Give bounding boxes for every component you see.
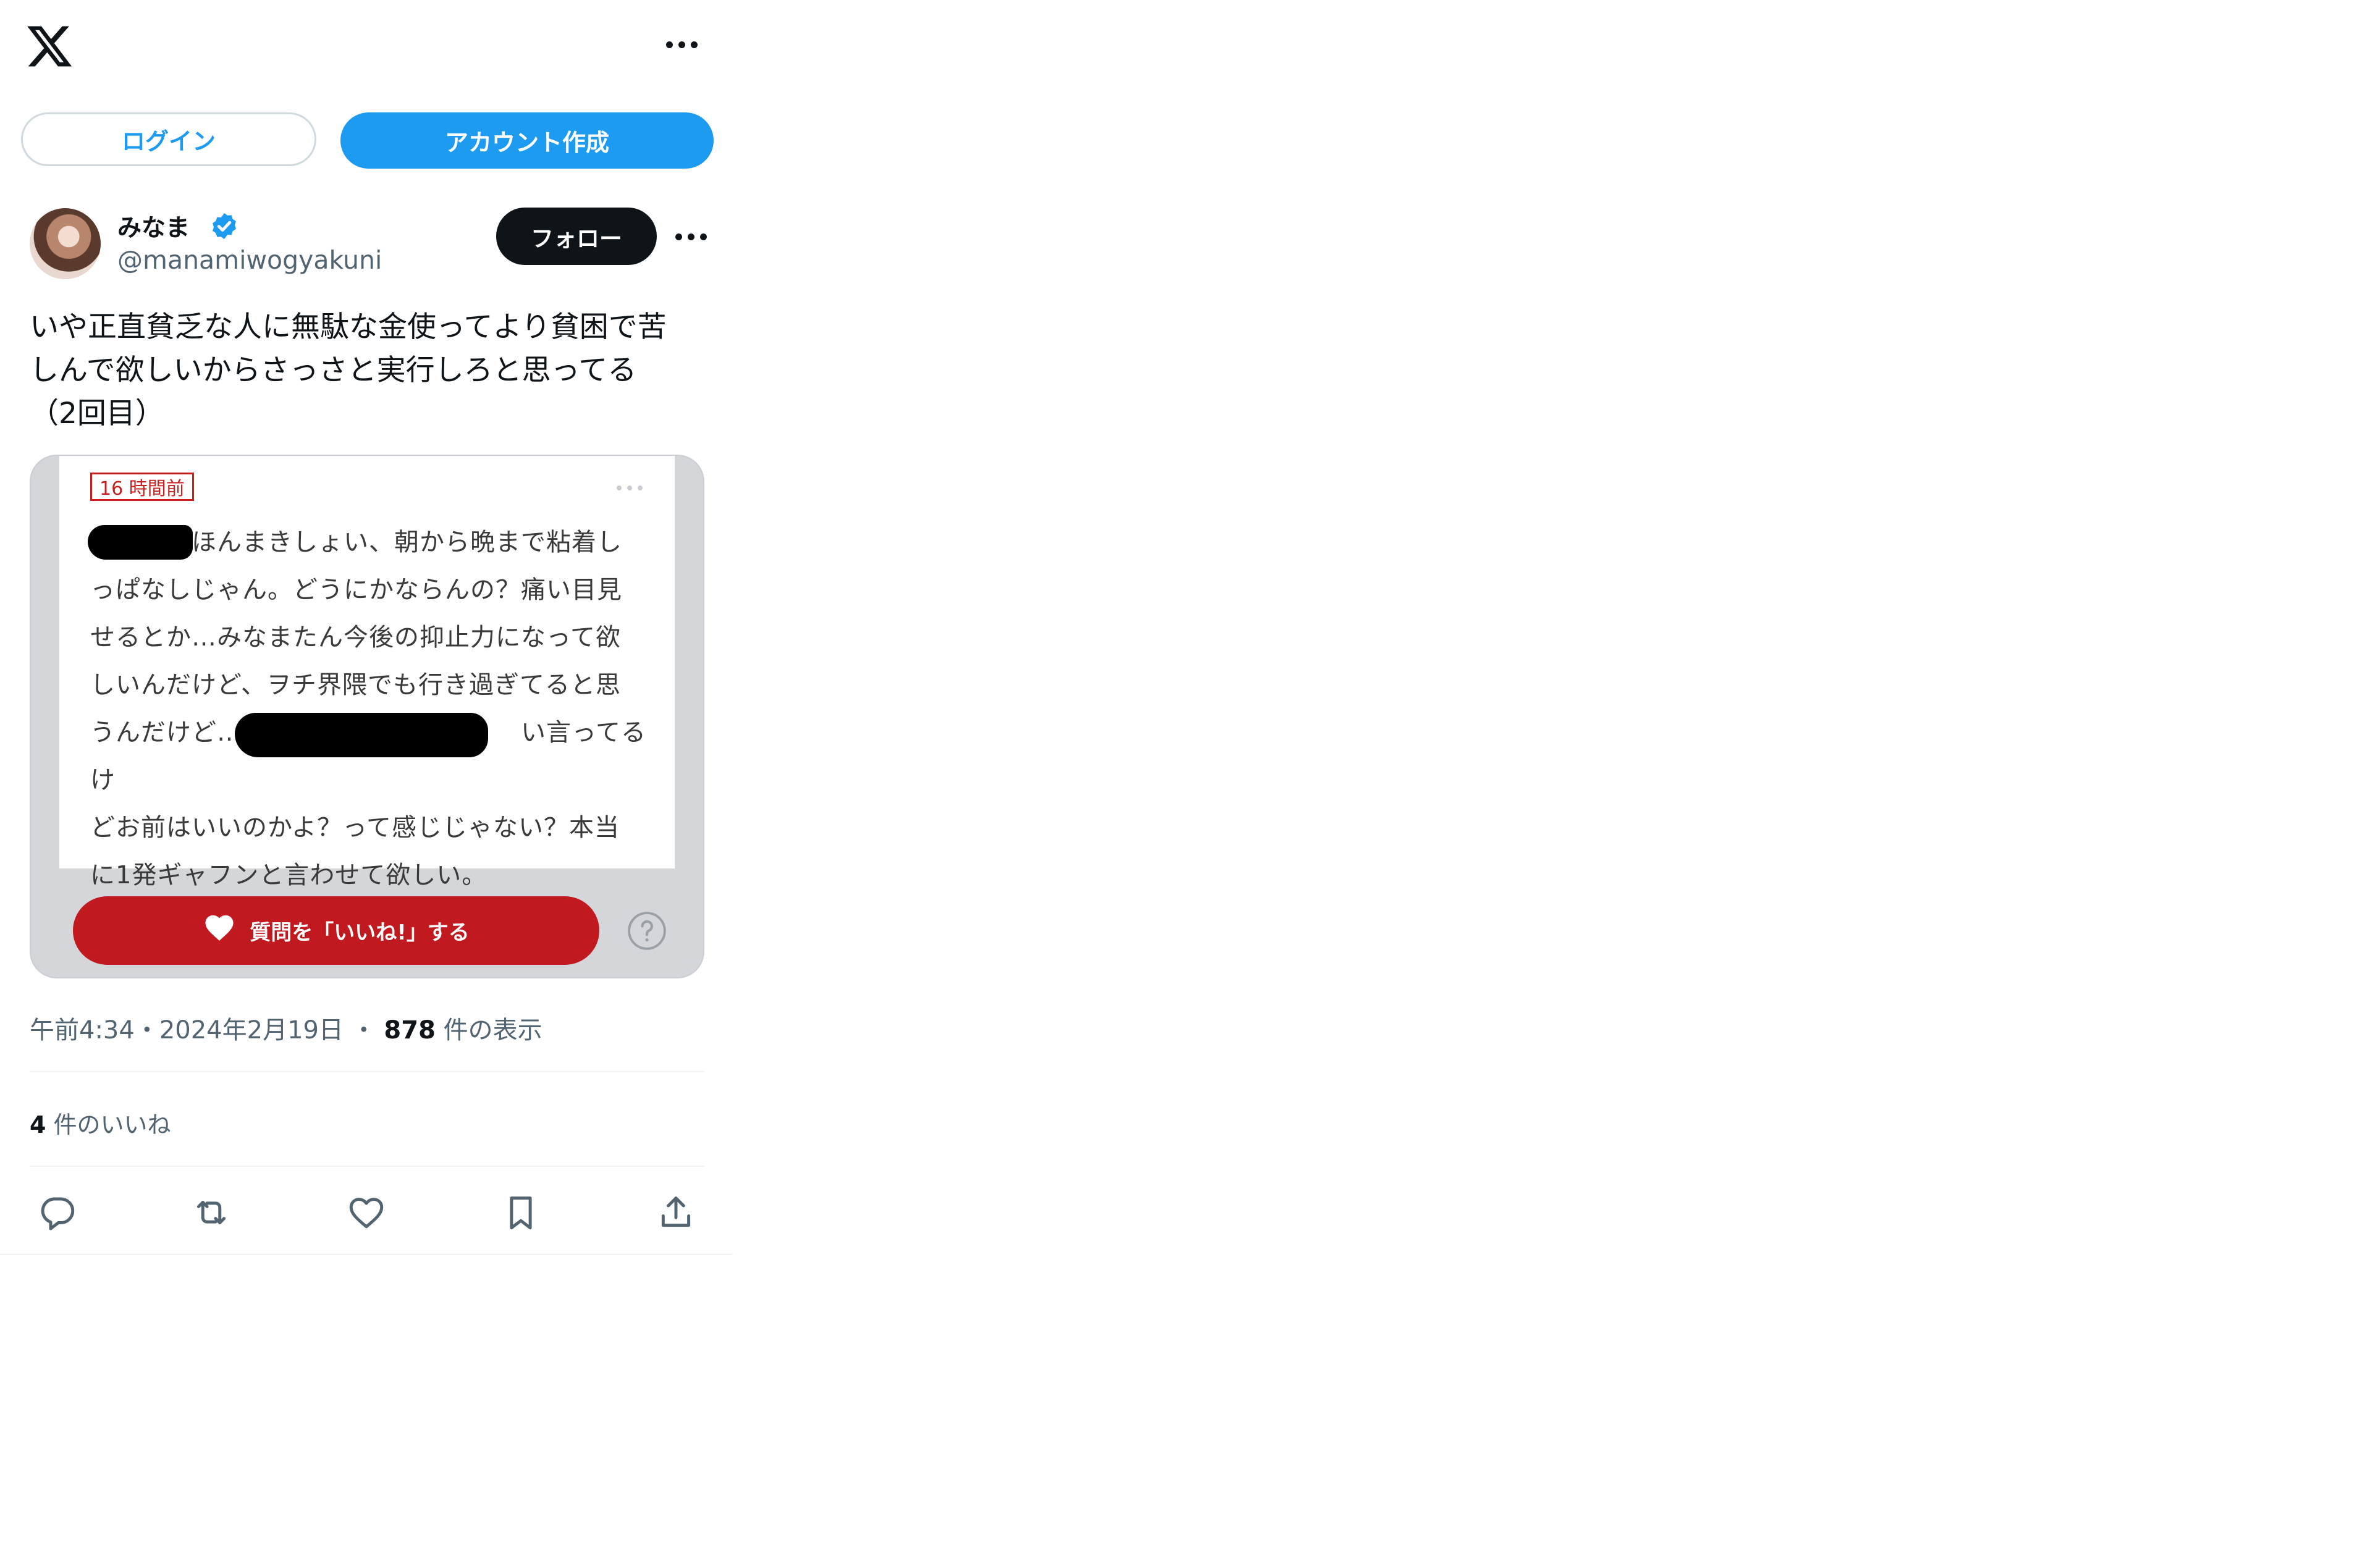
tweet-text-line: いや正直貧乏な人に無駄な金使ってより貧困で苦 [30,310,667,344]
question-text-line: に1発ギャフンと言わせて欲しい。 [90,861,487,889]
redaction-mark [235,713,488,757]
author-handle[interactable]: @manamiwogyakuni [117,245,382,275]
views-count: 878 [384,1016,436,1045]
tweet-text-line: （2回目） [30,397,164,431]
divider [30,1166,704,1167]
redaction-mark [88,525,193,560]
divider [30,1071,704,1072]
question-text-line: っぱなしじゃん。どうにかならんの？痛い目見 [90,576,622,604]
question-text-line: しいんだけど、ヲチ界隈でも行き過ぎてると思 [90,671,621,699]
likes-count: 4 [30,1111,46,1138]
question-text-line: どお前はいいのかよ？って感じじゃない？本当 [90,814,620,842]
follow-button[interactable]: フォロー [496,208,657,265]
verified-badge-icon [209,211,239,241]
question-text: ほんまきしょい、朝から晩まで粘着し っぱなしじゃん。どうにかならんの？痛い目見 … [90,519,646,899]
tweet-page: ログイン アカウント作成 みなま @manamiwogyakuni フォロー い… [0,0,732,1255]
question-circle-icon [627,910,667,951]
tweet-timestamp[interactable]: 午前4:34・2024年2月19日 [30,1016,344,1045]
create-account-button[interactable]: アカウント作成 [340,112,714,169]
like-question-button: 質問を「いいね!」する [73,896,599,965]
meta-separator: ・ [351,1016,376,1045]
bottom-divider [0,1254,732,1255]
question-text-line: せるとか…みなまたん今後の抑止力になって欲 [90,623,621,652]
tweet-meta: 午前4:34・2024年2月19日 ・ 878 件の表示 [30,1010,542,1046]
time-badge: 16 時間前 [90,473,194,501]
retweet-icon[interactable] [191,1192,232,1233]
views-label: 件の表示 [443,1016,542,1045]
author-display-name[interactable]: みなま [117,209,190,243]
heart-icon[interactable] [346,1192,387,1233]
more-horizontal-icon[interactable] [666,41,698,48]
tweet-text: いや正直貧乏な人に無駄な金使ってより貧困で苦 しんで欲しいからさっさと実行しろと… [30,306,709,435]
bookmark-icon[interactable] [500,1192,541,1233]
tweet-more-icon[interactable] [675,233,707,240]
share-icon[interactable] [656,1192,696,1233]
card-more-icon [617,486,643,490]
x-logo-icon[interactable] [25,22,74,71]
likes-summary[interactable]: 4 件のいいね [30,1106,171,1140]
avatar[interactable] [30,208,101,279]
like-question-label: 質問を「いいね!」する [250,920,470,945]
likes-label: 件のいいね [53,1111,171,1138]
login-button[interactable]: ログイン [21,112,316,166]
reply-icon[interactable] [37,1192,78,1233]
tweet-text-line: しんで欲しいからさっさと実行しろと思ってる [30,353,637,387]
heart-filled-icon [203,911,236,950]
